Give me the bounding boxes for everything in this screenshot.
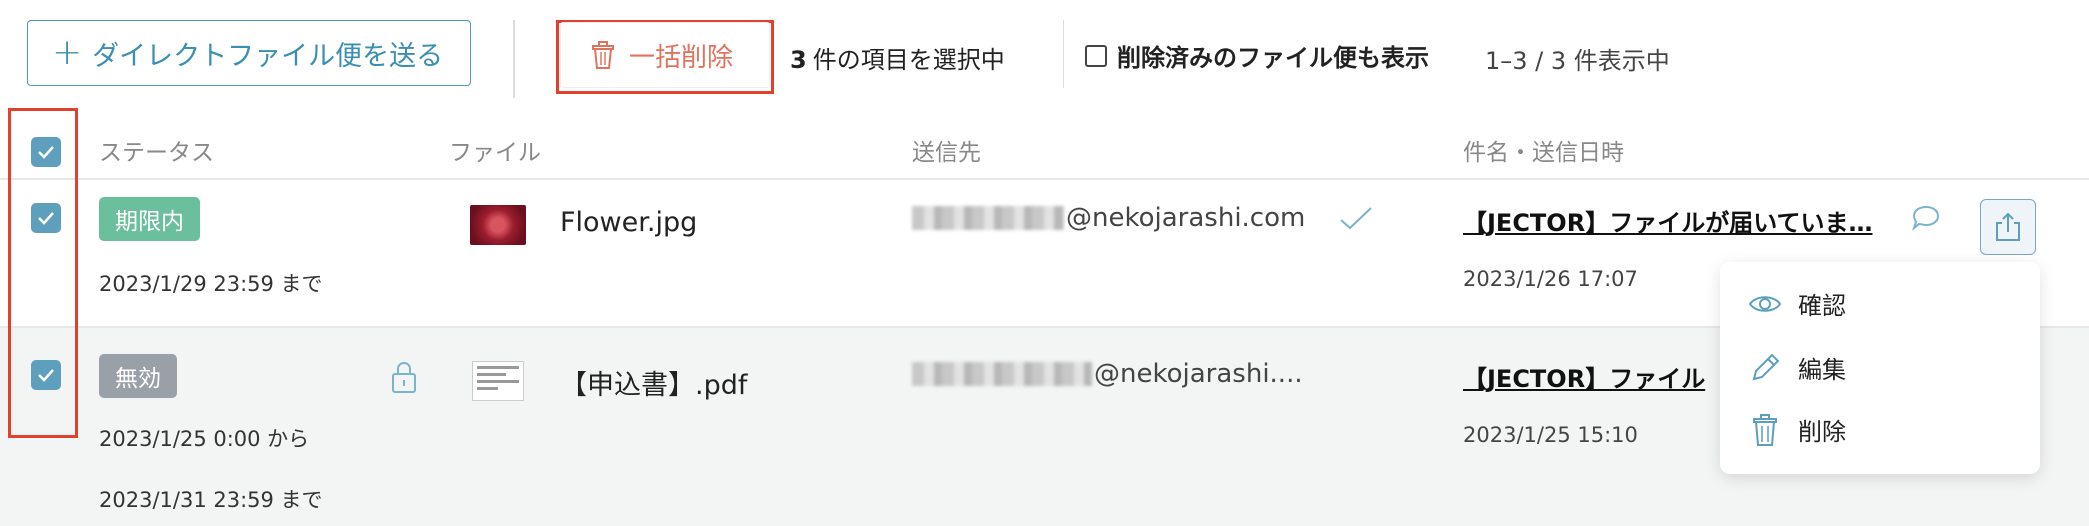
menu-item-edit-label: 編集 [1798,356,1846,384]
file-name[interactable]: 【申込書】.pdf [560,363,747,402]
highlight-outline-checkboxes [8,108,78,438]
menu-item-delete-label: 削除 [1798,418,1846,446]
selection-count-suffix: 件の項目を選択中 [812,46,1005,74]
sent-datetime: 2023/1/26 17:07 [1463,267,1638,291]
subject-link[interactable]: 【JECTOR】ファイル [1463,359,1723,394]
plus-icon: + [52,32,83,73]
recipient-email-domain: @nekojarashi.... [1094,359,1303,389]
toolbar-divider [513,20,515,98]
pencil-icon [1752,353,1780,380]
column-header-recipient[interactable]: 送信先 [912,133,981,167]
send-direct-file-label: ダイレクトファイル便を送る [92,40,444,72]
menu-item-view[interactable]: 確認 [1748,286,1846,321]
column-header-file[interactable]: ファイル [449,133,541,167]
trash-icon [1753,413,1777,446]
recipient-email: @nekojarashi.com [912,203,1305,233]
bulk-delete-label: 一括削除 [629,42,734,73]
expiry-date: 2023/1/31 23:59 まで [99,488,323,512]
delivered-check-icon [1340,207,1372,230]
row-actions-menu: 確認 編集 削除 [1720,262,2040,474]
status-badge: 無効 [99,354,177,398]
selection-count-text: 3 件の項目を選択中 [790,40,1005,75]
column-header-status[interactable]: ステータス [99,133,214,167]
sent-datetime: 2023/1/25 15:10 [1463,423,1638,447]
subject-link[interactable]: 【JECTOR】ファイルが届いていま… [1463,203,1909,238]
file-name[interactable]: Flower.jpg [560,207,697,238]
expiry-date: 2023/1/29 23:59 まで [99,272,323,296]
status-badge: 期限内 [99,197,200,241]
pagination-range: 1–3 / 3 件表示中 [1485,47,1670,75]
selection-count-number: 3 [790,46,807,74]
show-deleted-label: 削除済みのファイル便も表示 [1117,44,1429,72]
file-thumbnail [470,205,526,245]
eye-icon [1748,295,1782,312]
show-deleted-checkbox[interactable] [1085,44,1107,67]
share-icon [1996,212,2020,241]
show-deleted-toggle[interactable]: 削除済みのファイル便も表示 [1085,38,1429,73]
file-thumbnail [472,361,524,401]
actions-menu-button[interactable] [1980,199,2036,255]
redacted-email-local [912,362,1092,386]
trash-icon [592,41,614,69]
menu-item-delete[interactable]: 削除 [1748,412,1846,447]
header-divider [0,178,2089,180]
valid-from-date: 2023/1/25 0:00 から [99,427,310,451]
comment-icon[interactable] [1910,204,1942,232]
send-direct-file-button[interactable]: + ダイレクトファイル便を送る [27,20,471,86]
bulk-delete-button[interactable]: 一括削除 [560,22,770,88]
menu-item-edit[interactable]: 編集 [1748,350,1846,385]
recipient-email: @nekojarashi.... [912,359,1303,389]
redacted-email-local [912,206,1064,230]
toolbar-divider-2 [1063,20,1064,88]
recipient-email-domain: @nekojarashi.com [1066,203,1306,233]
menu-item-view-label: 確認 [1798,292,1846,320]
column-header-subject-date[interactable]: 件名・送信日時 [1463,133,1624,167]
lock-icon [392,361,416,393]
